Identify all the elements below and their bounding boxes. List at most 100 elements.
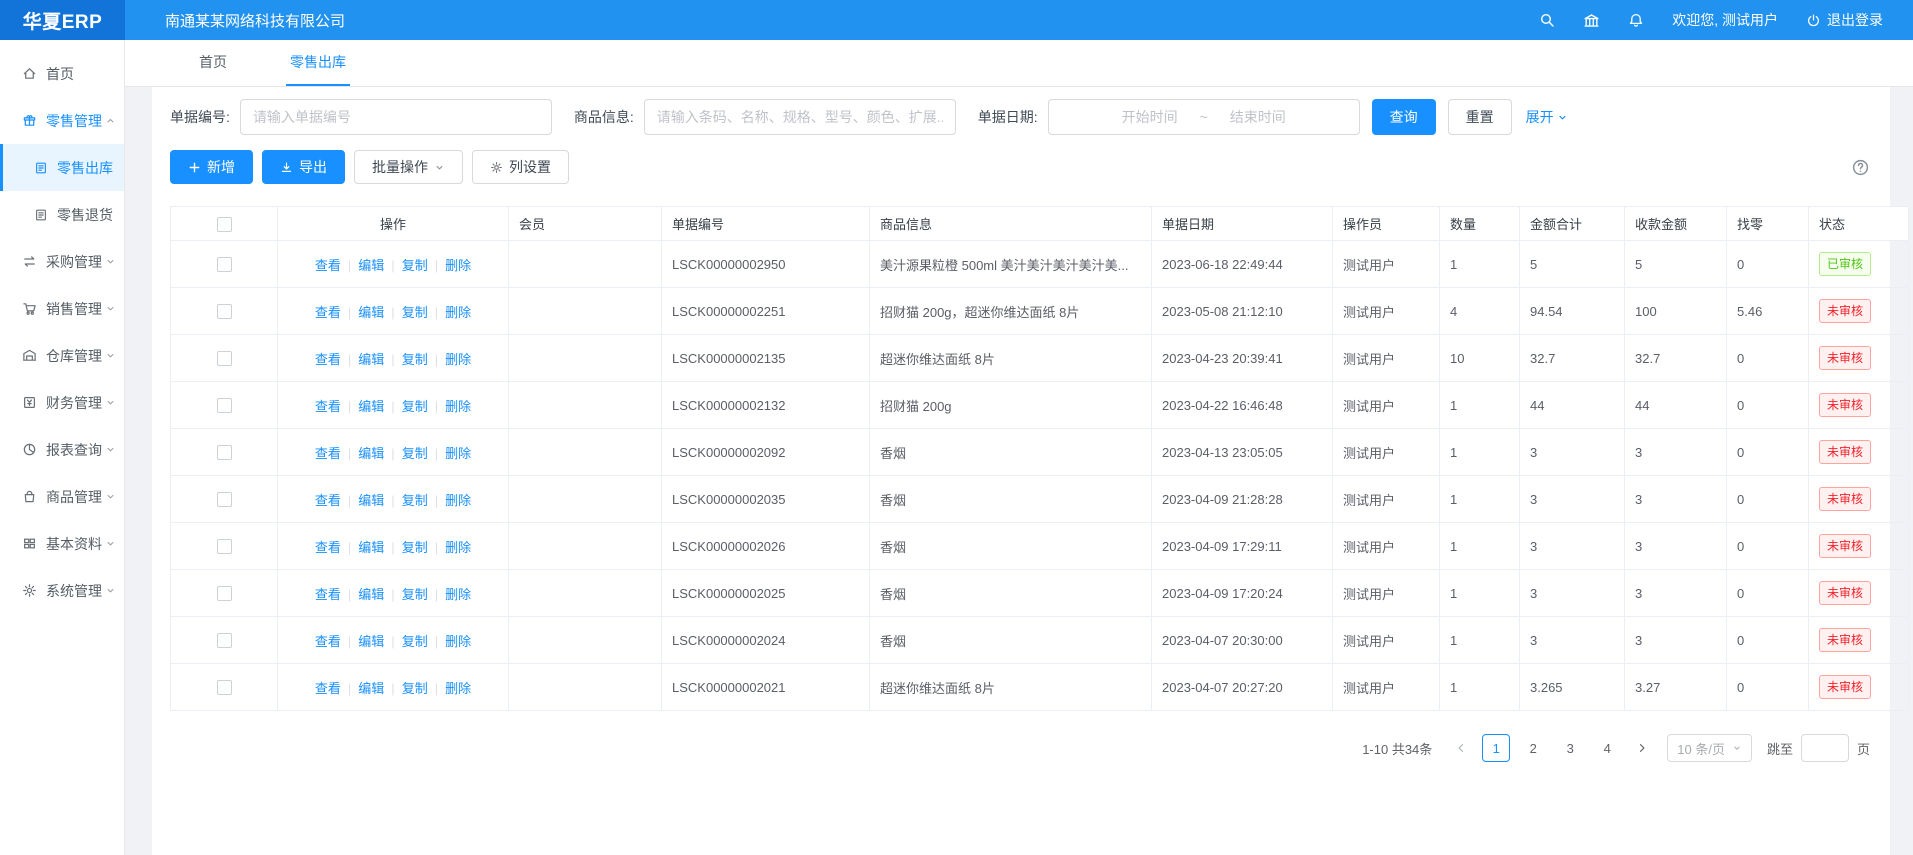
delete-link[interactable]: 删除	[445, 446, 471, 461]
logout-button[interactable]: 退出登录	[1806, 10, 1883, 30]
company-name: 南通某某网络科技有限公司	[165, 10, 345, 31]
copy-link[interactable]: 复制	[402, 540, 445, 555]
page-button-4[interactable]: 4	[1593, 734, 1621, 762]
view-link[interactable]: 查看	[315, 634, 358, 649]
edit-link[interactable]: 编辑	[358, 446, 401, 461]
edit-link[interactable]: 编辑	[358, 587, 401, 602]
copy-link[interactable]: 复制	[402, 587, 445, 602]
delete-link[interactable]: 删除	[445, 352, 471, 367]
sidebar-item-system-management[interactable]: 系统管理	[0, 567, 124, 614]
search-icon[interactable]	[1539, 12, 1555, 28]
cell-bill-no: LSCK00000002251	[662, 288, 870, 335]
reset-button[interactable]: 重置	[1448, 99, 1512, 135]
cell-member	[509, 570, 662, 617]
sidebar-item-basic-data[interactable]: 基本资料	[0, 520, 124, 567]
view-link[interactable]: 查看	[315, 587, 358, 602]
add-button[interactable]: 新增	[170, 150, 253, 184]
view-link[interactable]: 查看	[315, 493, 358, 508]
sidebar-item-retail-management[interactable]: 零售管理	[0, 97, 124, 144]
copy-link[interactable]: 复制	[402, 305, 445, 320]
status-badge: 未审核	[1819, 299, 1871, 323]
bank-icon[interactable]	[1583, 12, 1600, 29]
copy-link[interactable]: 复制	[402, 399, 445, 414]
bill-no-input[interactable]	[240, 99, 552, 135]
batch-operations-button[interactable]: 批量操作	[354, 150, 463, 184]
tab-home[interactable]: 首页	[195, 40, 231, 86]
sidebar-item-home[interactable]: 首页	[0, 50, 124, 97]
prev-page-button[interactable]	[1449, 734, 1473, 762]
edit-link[interactable]: 编辑	[358, 399, 401, 414]
copy-link[interactable]: 复制	[402, 352, 445, 367]
next-page-button[interactable]	[1630, 734, 1654, 762]
edit-link[interactable]: 编辑	[358, 352, 401, 367]
sidebar-item-goods-management[interactable]: 商品管理	[0, 473, 124, 520]
tab-retail-outbound[interactable]: 零售出库	[286, 40, 350, 86]
copy-link[interactable]: 复制	[402, 681, 445, 696]
row-checkbox[interactable]	[217, 586, 232, 601]
edit-link[interactable]: 编辑	[358, 634, 401, 649]
view-link[interactable]: 查看	[315, 540, 358, 555]
delete-link[interactable]: 删除	[445, 493, 471, 508]
welcome-user[interactable]: 欢迎您, 测试用户	[1672, 10, 1778, 30]
date-range-input[interactable]: 开始时间 ~ 结束时间	[1048, 99, 1360, 135]
page-button-3[interactable]: 3	[1556, 734, 1584, 762]
delete-link[interactable]: 删除	[445, 681, 471, 696]
export-button[interactable]: 导出	[262, 150, 345, 184]
jump-to-input[interactable]	[1801, 734, 1849, 762]
sidebar-item-retail-return[interactable]: 零售退货	[0, 191, 124, 238]
row-checkbox[interactable]	[217, 539, 232, 554]
view-link[interactable]: 查看	[315, 399, 358, 414]
cell-qty: 1	[1440, 241, 1520, 288]
row-checkbox[interactable]	[217, 680, 232, 695]
view-link[interactable]: 查看	[315, 305, 358, 320]
row-checkbox[interactable]	[217, 445, 232, 460]
expand-link[interactable]: 展开	[1526, 107, 1568, 127]
search-button[interactable]: 查询	[1372, 99, 1436, 135]
edit-link[interactable]: 编辑	[358, 258, 401, 273]
delete-link[interactable]: 删除	[445, 587, 471, 602]
sidebar-item-retail-outbound[interactable]: 零售出库	[0, 144, 124, 191]
view-link[interactable]: 查看	[315, 681, 358, 696]
help-icon[interactable]	[1851, 158, 1872, 177]
page-button-2[interactable]: 2	[1519, 734, 1547, 762]
sidebar-item-warehouse-management[interactable]: 仓库管理	[0, 332, 124, 379]
page-size-select[interactable]: 10 条/页	[1667, 734, 1752, 762]
edit-link[interactable]: 编辑	[358, 305, 401, 320]
product-info-input[interactable]	[644, 99, 956, 135]
edit-link[interactable]: 编辑	[358, 681, 401, 696]
copy-link[interactable]: 复制	[402, 493, 445, 508]
delete-link[interactable]: 删除	[445, 540, 471, 555]
delete-link[interactable]: 删除	[445, 305, 471, 320]
copy-link[interactable]: 复制	[402, 258, 445, 273]
row-checkbox[interactable]	[217, 257, 232, 272]
edit-link[interactable]: 编辑	[358, 540, 401, 555]
bell-icon[interactable]	[1628, 12, 1644, 28]
sidebar-item-purchase-management[interactable]: 采购管理	[0, 238, 124, 285]
row-checkbox[interactable]	[217, 304, 232, 319]
sales-icon	[22, 301, 37, 316]
cell-member	[509, 523, 662, 570]
sidebar-item-report-query[interactable]: 报表查询	[0, 426, 124, 473]
row-checkbox[interactable]	[217, 351, 232, 366]
row-checkbox[interactable]	[217, 633, 232, 648]
select-all-checkbox[interactable]	[217, 217, 232, 232]
sidebar-item-finance-management[interactable]: 财务管理	[0, 379, 124, 426]
view-link[interactable]: 查看	[315, 258, 358, 273]
row-checkbox[interactable]	[217, 492, 232, 507]
table-row: 查看编辑复制删除 LSCK00000002950 美汁源果粒橙 500ml 美汁…	[171, 241, 1909, 288]
row-checkbox[interactable]	[217, 398, 232, 413]
view-link[interactable]: 查看	[315, 446, 358, 461]
cell-product: 超迷你维达面纸 8片	[870, 664, 1152, 711]
cell-qty: 1	[1440, 664, 1520, 711]
sidebar-item-sales-management[interactable]: 销售管理	[0, 285, 124, 332]
delete-link[interactable]: 删除	[445, 258, 471, 273]
finance-icon	[22, 395, 37, 410]
column-settings-button[interactable]: 列设置	[472, 150, 569, 184]
view-link[interactable]: 查看	[315, 352, 358, 367]
delete-link[interactable]: 删除	[445, 634, 471, 649]
page-button-1[interactable]: 1	[1482, 734, 1510, 762]
edit-link[interactable]: 编辑	[358, 493, 401, 508]
copy-link[interactable]: 复制	[402, 634, 445, 649]
delete-link[interactable]: 删除	[445, 399, 471, 414]
copy-link[interactable]: 复制	[402, 446, 445, 461]
